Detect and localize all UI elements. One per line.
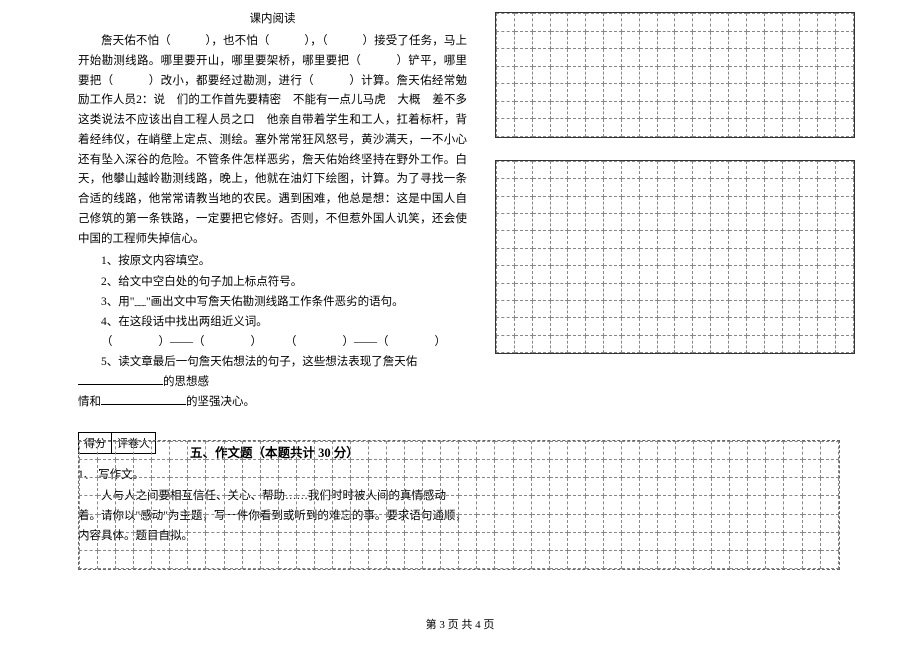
page-footer: 第 3 页 共 4 页 (0, 616, 920, 632)
question-2: 2、给文中空白处的句子加上标点符号。 (78, 272, 467, 292)
blank-fill[interactable] (78, 373, 163, 385)
question-5-line2: 情和 的坚强决心。 (78, 392, 467, 412)
writing-grid-bottom[interactable] (78, 440, 840, 570)
questions-block: 1、按原文内容填空。 2、给文中空白处的句子加上标点符号。 3、用"﹏"画出文中… (78, 251, 467, 412)
writing-grid-1[interactable] (495, 12, 855, 138)
blank-fill[interactable] (101, 393, 186, 405)
question-4: 4、在这段话中找出两组近义词。 (78, 312, 467, 332)
reading-title: 课内阅读 (78, 10, 467, 26)
q5-tail-a: 的思想感 (163, 376, 209, 388)
question-1: 1、按原文内容填空。 (78, 251, 467, 271)
q5-tail-b: 的坚强决心。 (186, 396, 255, 408)
question-3: 3、用"﹏"画出文中写詹天佑勘测线路工作条件恶劣的语句。 (78, 292, 467, 312)
q5-text-a: 5、读文章最后一句詹天佑想法的句子，这些想法表现了詹天佑 (101, 356, 417, 368)
q5-text-b: 情和 (78, 396, 101, 408)
question-4-blanks: （ ）——（ ） （ ）——（ ） (78, 332, 467, 352)
reading-passage: 詹天佑不怕（ ），也不怕（ ），（ ）接受了任务，马上开始勘测线路。哪里要开山，… (78, 32, 467, 249)
question-5-line1: 5、读文章最后一句詹天佑想法的句子，这些想法表现了詹天佑的思想感 (78, 352, 467, 392)
writing-grid-2[interactable] (495, 160, 855, 354)
